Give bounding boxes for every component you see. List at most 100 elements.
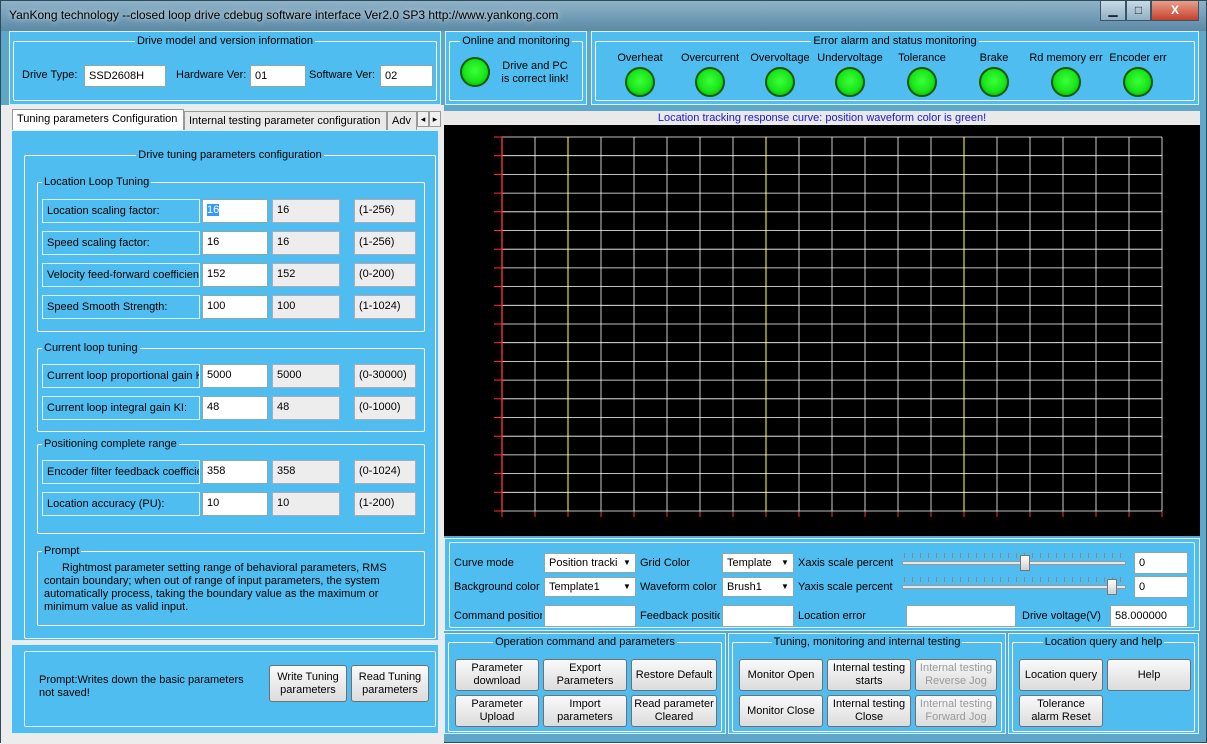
alarm-led-encoder-err-icon bbox=[1123, 67, 1153, 97]
maximize-button[interactable]: □ bbox=[1126, 1, 1151, 21]
curve-mode-value: Position tracki bbox=[549, 557, 618, 569]
dropdown-arrow-icon: ▼ bbox=[623, 558, 631, 567]
reverse-jog-button[interactable]: Internal testing Reverse Jog bbox=[915, 659, 997, 691]
minimize-button[interactable]: ▁ bbox=[1100, 1, 1126, 21]
encoder-filter-feedback-coefficie-input[interactable]: 358 bbox=[202, 460, 268, 484]
drive-type-field[interactable]: SSD2608H bbox=[84, 65, 166, 87]
parameter-download-button[interactable]: Parameter download bbox=[455, 659, 539, 691]
help-button[interactable]: Help bbox=[1107, 659, 1191, 691]
encoder-filter-feedback-coefficie-label: Encoder filter feedback coefficie bbox=[42, 460, 200, 484]
tab-internal-testing[interactable]: Internal testing parameter configuration bbox=[184, 111, 387, 131]
alarm-panel: Error alarm and status monitoring Overhe… bbox=[591, 31, 1199, 105]
alarm-led-tolerance-icon bbox=[907, 67, 937, 97]
operation-title: Operation command and parameters bbox=[493, 636, 677, 648]
write-tuning-button[interactable]: Write Tuning parameters bbox=[269, 665, 347, 702]
window-title: YanKong technology --closed loop drive c… bbox=[9, 8, 559, 22]
dropdown-arrow-icon: ▼ bbox=[623, 582, 631, 591]
curve-mode-label: Curve mode bbox=[454, 557, 514, 569]
feedback-position-field[interactable] bbox=[722, 605, 794, 627]
yaxis-scale-field[interactable]: 0 bbox=[1134, 576, 1188, 598]
maximize-icon: □ bbox=[1134, 3, 1143, 17]
internal-testing-start-button[interactable]: Internal testing starts bbox=[827, 659, 911, 691]
export-parameters-button[interactable]: Export Parameters bbox=[543, 659, 627, 691]
drive-info-panel: Drive model and version information Driv… bbox=[9, 31, 441, 105]
grid-color-value: Template bbox=[727, 557, 772, 569]
background-color-select[interactable]: Template1 ▼ bbox=[544, 577, 636, 597]
alarm-led-rd-memory-err-icon bbox=[1051, 67, 1081, 97]
monitoring-panel: Tuning, monitoring and internal testing … bbox=[728, 633, 1006, 734]
write-panel: Prompt:Writes down the basic parameters … bbox=[11, 644, 439, 734]
xaxis-scale-field[interactable]: 0 bbox=[1134, 552, 1188, 574]
location-accuracy-pu-input[interactable]: 10 bbox=[202, 492, 268, 516]
xaxis-slider-thumb[interactable] bbox=[1019, 555, 1030, 571]
link-status-text: Drive and PC is correct link! bbox=[501, 60, 569, 85]
tab-advanced[interactable]: Adv bbox=[387, 111, 417, 131]
tuning-title: Drive tuning parameters configuration bbox=[136, 149, 324, 161]
speed-smooth-strength-input[interactable]: 100 bbox=[202, 295, 268, 319]
write-group: Prompt:Writes down the basic parameters … bbox=[24, 651, 436, 727]
close-button[interactable]: X bbox=[1151, 1, 1199, 21]
software-ver-label: Software Ver: bbox=[309, 69, 376, 81]
forward-jog-button[interactable]: Internal testing Forward Jog bbox=[915, 695, 997, 727]
grid-color-select[interactable]: Template ▼ bbox=[722, 553, 794, 573]
tuning-group: Drive tuning parameters configuration Lo… bbox=[24, 149, 436, 639]
speed-scaling-factor-current: 16 bbox=[272, 231, 340, 255]
xaxis-scale-slider[interactable] bbox=[900, 553, 1128, 573]
location-accuracy-pu-label: Location accuracy (PU): bbox=[42, 492, 200, 516]
speed-smooth-strength-range: (1-1024) bbox=[354, 295, 416, 319]
alarm-led-brake-icon bbox=[979, 67, 1009, 97]
chart-area bbox=[444, 125, 1200, 536]
current-loop-integral-gain-ki-current: 48 bbox=[272, 396, 340, 420]
curve-mode-select[interactable]: Position tracki ▼ bbox=[544, 553, 636, 573]
parameter-upload-button[interactable]: Parameter Upload bbox=[455, 695, 539, 727]
internal-testing-close-button[interactable]: Internal testing Close bbox=[827, 695, 911, 727]
location-scaling-factor-current: 16 bbox=[272, 199, 340, 223]
yaxis-slider-thumb[interactable] bbox=[1107, 579, 1118, 595]
yaxis-scale-slider[interactable] bbox=[900, 577, 1128, 597]
monitoring-title: Tuning, monitoring and internal testing bbox=[771, 636, 963, 648]
current-loop-integral-gain-ki-range: (0-1000) bbox=[354, 396, 416, 420]
alarm-led-undervoltage-icon bbox=[835, 67, 865, 97]
tuning-panel: Drive tuning parameters configuration Lo… bbox=[11, 130, 439, 641]
drive-voltage-field[interactable]: 58.000000 bbox=[1110, 605, 1188, 627]
current-loop-proportional-gain-k-range: (0-30000) bbox=[354, 364, 416, 388]
hardware-ver-label: Hardware Ver: bbox=[176, 69, 247, 81]
dropdown-arrow-icon: ▼ bbox=[781, 558, 789, 567]
current-loop-proportional-gain-k-input[interactable]: 5000 bbox=[202, 364, 268, 388]
location-error-field[interactable] bbox=[906, 605, 1016, 627]
speed-smooth-strength-label: Speed Smooth Strength: bbox=[42, 295, 200, 319]
current-loop-proportional-gain-k-label: Current loop proportional gain K bbox=[42, 364, 200, 388]
grid-color-label: Grid Color bbox=[640, 557, 691, 569]
drive-type-label: Drive Type: bbox=[22, 69, 78, 81]
speed-scaling-factor-input[interactable]: 16 bbox=[202, 231, 268, 255]
waveform-color-select[interactable]: Brush1 ▼ bbox=[722, 577, 794, 597]
restore-default-button[interactable]: Restore Default bbox=[631, 659, 717, 691]
tab-tuning[interactable]: Tuning parameters Configuration bbox=[12, 109, 184, 131]
tolerance-alarm-reset-button[interactable]: Tolerance alarm Reset bbox=[1019, 695, 1103, 727]
velocity-feed-forward-coefficien-input[interactable]: 152 bbox=[202, 263, 268, 287]
import-parameters-button[interactable]: Import parameters bbox=[543, 695, 627, 727]
curve-settings-panel: Curve mode Position tracki ▼ Grid Color T… bbox=[444, 538, 1200, 631]
online-group: Online and monitoring Drive and PC is co… bbox=[449, 35, 583, 101]
tab-scroll-right-button[interactable]: ▸ bbox=[429, 111, 441, 127]
tab-scroll-left-button[interactable]: ◂ bbox=[417, 111, 429, 127]
software-ver-field[interactable]: 02 bbox=[380, 65, 433, 87]
online-title: Online and monitoring bbox=[460, 35, 572, 47]
location-query-button[interactable]: Location query bbox=[1019, 659, 1103, 691]
command-position-field[interactable] bbox=[544, 605, 636, 627]
read-tuning-button[interactable]: Read Tuning parameters bbox=[351, 665, 429, 702]
curve-settings-group: Curve mode Position tracki ▼ Grid Color T… bbox=[449, 542, 1195, 628]
location-scaling-factor-input[interactable]: 16 bbox=[202, 199, 268, 223]
online-panel: Online and monitoring Drive and PC is co… bbox=[445, 31, 587, 105]
monitor-open-button[interactable]: Monitor Open bbox=[739, 659, 823, 691]
alarm-group: Error alarm and status monitoring Overhe… bbox=[595, 35, 1195, 101]
read-parameter-cleared-button[interactable]: Read parameter Cleared bbox=[631, 695, 717, 727]
hardware-ver-field[interactable]: 01 bbox=[250, 65, 306, 87]
current-loop-integral-gain-ki-input[interactable]: 48 bbox=[202, 396, 268, 420]
tracking-chart bbox=[444, 125, 1200, 536]
link-status-led-icon bbox=[460, 57, 490, 87]
monitor-close-button[interactable]: Monitor Close bbox=[739, 695, 823, 727]
title-bar[interactable]: YanKong technology --closed loop drive c… bbox=[1, 1, 1206, 31]
positioning-title: Positioning complete range bbox=[42, 438, 179, 450]
positioning-group: Positioning complete range Encoder filte… bbox=[37, 438, 425, 534]
